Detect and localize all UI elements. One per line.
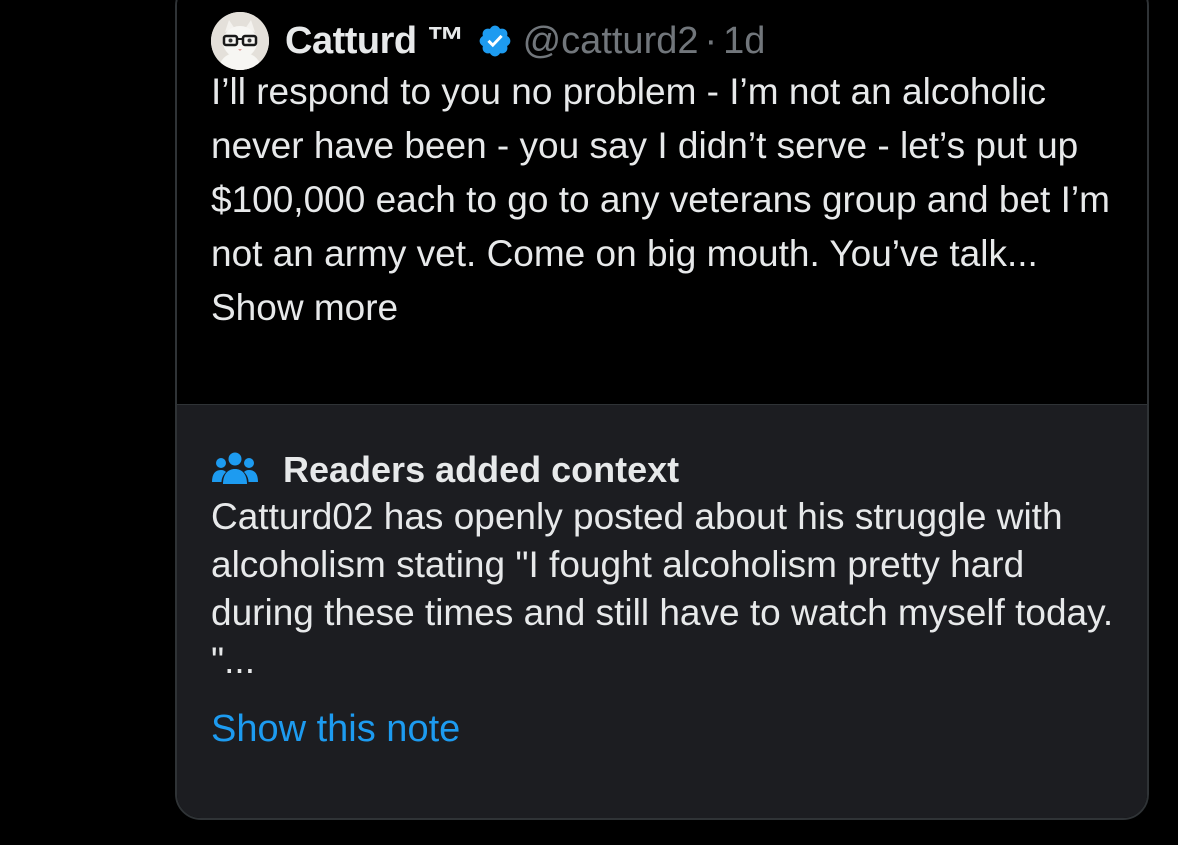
cat-avatar-image	[211, 12, 269, 70]
avatar[interactable]	[211, 12, 269, 70]
author-name[interactable]: Catturd	[285, 20, 417, 63]
quoted-tweet[interactable]: Catturd ™ @catturd2 · 1d I’ll respond to…	[177, 0, 1147, 404]
show-more-link[interactable]: Show more	[211, 287, 398, 328]
note-text: Catturd02 has openly posted about his st…	[211, 496, 1114, 681]
tweet-card[interactable]: Catturd ™ @catturd2 · 1d I’ll respond to…	[175, 0, 1149, 820]
trademark-symbol: ™	[426, 19, 465, 62]
verified-badge-icon	[479, 25, 510, 57]
tweet-body: I’ll respond to you no problem - I’m not…	[211, 65, 1131, 335]
tweet-author-row: Catturd ™ @catturd2 · 1d	[211, 12, 765, 70]
author-handle[interactable]: @catturd2	[523, 20, 699, 63]
show-note-link[interactable]: Show this note	[211, 708, 460, 751]
community-note[interactable]: Readers added context Catturd02 has open…	[177, 404, 1147, 818]
note-header: Readers added context	[211, 449, 679, 491]
tweet-timestamp[interactable]: 1d	[723, 20, 765, 63]
people-icon	[212, 452, 258, 484]
note-title: Readers added context	[283, 449, 680, 490]
separator-dot: ·	[704, 19, 718, 62]
tweet-text: I’ll respond to you no problem - I’m not…	[211, 71, 1110, 274]
